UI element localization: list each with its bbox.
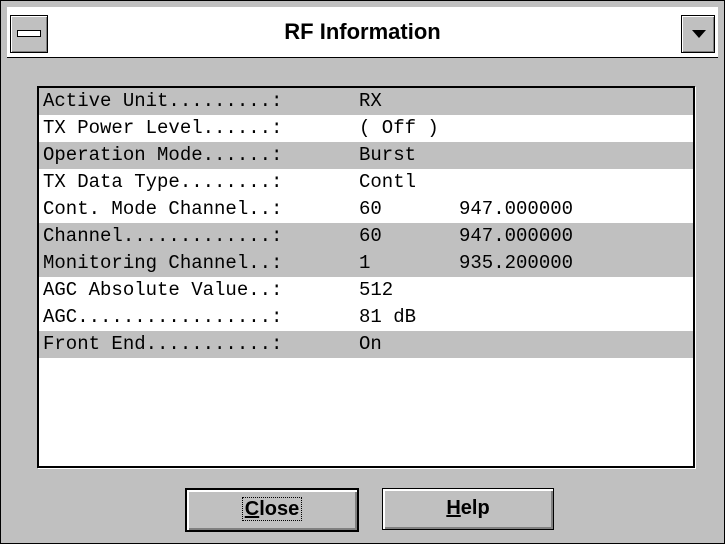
list-item: Channel.............: 60 947.000000: [39, 223, 693, 250]
item-frequency: 947.000000: [459, 225, 574, 247]
item-value: 81 dB: [359, 306, 417, 328]
item-value: RX: [359, 90, 382, 112]
list-item: Monitoring Channel..: 1 935.200000: [39, 250, 693, 277]
close-button[interactable]: Close: [185, 488, 359, 532]
item-value: ( Off ): [359, 117, 439, 139]
help-button[interactable]: Help: [382, 488, 554, 530]
item-label: TX Data Type........:: [43, 171, 283, 193]
item-frequency: 935.200000: [459, 252, 574, 274]
system-menu-icon: [17, 30, 41, 37]
rf-info-list[interactable]: Active Unit.........: RX TX Power Level..…: [37, 86, 695, 468]
item-label: Active Unit.........:: [43, 90, 283, 112]
item-label: Monitoring Channel..:: [43, 252, 283, 274]
item-value: 1: [359, 252, 371, 274]
item-value: Burst: [359, 144, 417, 166]
list-item: Cont. Mode Channel..: 60 947.000000: [39, 196, 693, 223]
item-label: TX Power Level......:: [43, 117, 283, 139]
list-item: TX Data Type........: Contl: [39, 169, 693, 196]
rf-information-window: RF Information Active Unit.........: RX T…: [0, 0, 725, 544]
item-label: AGC Absolute Value..:: [43, 279, 283, 301]
item-value: 60: [359, 225, 382, 247]
window-title: RF Information: [284, 19, 441, 44]
dropdown-button[interactable]: [681, 15, 715, 53]
help-button-label: Help: [446, 497, 490, 519]
item-value: Contl: [359, 171, 417, 193]
item-label: Front End...........:: [43, 333, 283, 355]
item-label: AGC.................:: [43, 306, 283, 328]
list-item: Active Unit.........: RX: [39, 88, 693, 115]
list-item: Front End...........: On: [39, 331, 693, 358]
list-item: TX Power Level......: ( Off ): [39, 115, 693, 142]
item-label: Cont. Mode Channel..:: [43, 198, 283, 220]
item-frequency: 947.000000: [459, 198, 574, 220]
chevron-down-icon: [692, 30, 706, 38]
list-item: AGC.................: 81 dB: [39, 304, 693, 331]
item-label: Operation Mode......:: [43, 144, 283, 166]
close-button-label: Close: [241, 497, 303, 521]
item-value: 512: [359, 279, 394, 301]
title-bar: RF Information: [7, 7, 718, 58]
item-value: On: [359, 333, 382, 355]
item-value: 60: [359, 198, 382, 220]
list-item: AGC Absolute Value..: 512: [39, 277, 693, 304]
system-menu-button[interactable]: [10, 15, 48, 53]
item-label: Channel.............:: [43, 225, 283, 247]
list-item: Operation Mode......: Burst: [39, 142, 693, 169]
